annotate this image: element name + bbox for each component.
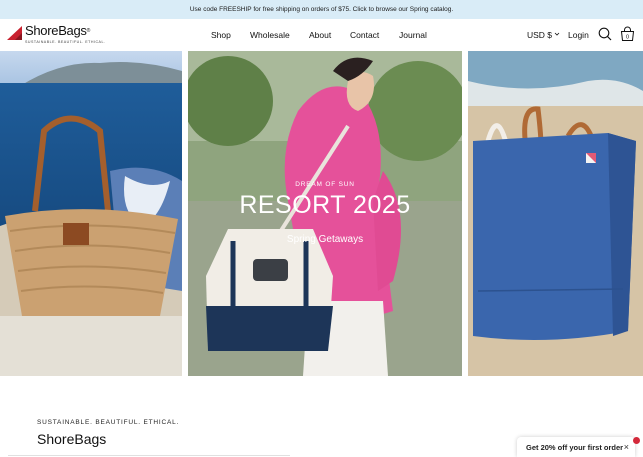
- site-header: ShoreBags® SUSTAINABLE. BEAUTIFUL. ETHIC…: [0, 19, 643, 51]
- chevron-down-icon: [554, 31, 560, 39]
- currency-selector[interactable]: USD $: [527, 30, 560, 40]
- hero-overlay: DREAM OF SUN RESORT 2025 Spring Getaways: [188, 51, 462, 376]
- logo-trademark: ®: [86, 28, 91, 34]
- nav-contact[interactable]: Contact: [350, 30, 379, 40]
- hero-image-blue-tote[interactable]: [468, 51, 643, 376]
- nav-about[interactable]: About: [309, 30, 331, 40]
- hero-title[interactable]: RESORT 2025: [188, 191, 462, 220]
- logo-name: ShoreBags: [25, 23, 87, 38]
- announcement-bar[interactable]: Use code FREESHIP for free shipping on o…: [0, 0, 643, 19]
- currency-label: USD $: [527, 30, 553, 40]
- promo-text[interactable]: Get 20% off your first order: [526, 443, 623, 452]
- promo-popup[interactable]: Get 20% off your first order ×: [517, 437, 635, 457]
- hero-image-straw-bag[interactable]: [0, 51, 182, 376]
- logo-mark-icon: [7, 25, 23, 41]
- login-link[interactable]: Login: [568, 30, 589, 40]
- cart-icon[interactable]: 0: [620, 26, 635, 47]
- nav-wholesale[interactable]: Wholesale: [250, 30, 290, 40]
- intro-heading: ShoreBags: [37, 431, 107, 447]
- promo-badge: [633, 437, 640, 444]
- close-icon[interactable]: ×: [624, 442, 629, 452]
- announcement-text[interactable]: Use code FREESHIP for free shipping on o…: [190, 6, 453, 13]
- intro-tagline: SUSTAINABLE. BEAUTIFUL. ETHICAL.: [37, 419, 180, 426]
- nav-journal[interactable]: Journal: [399, 30, 427, 40]
- nav-shop[interactable]: Shop: [211, 30, 231, 40]
- search-icon[interactable]: [598, 27, 612, 46]
- cart-count: 0: [626, 34, 629, 40]
- hero-subtitle[interactable]: Spring Getaways: [188, 234, 462, 245]
- divider: [8, 455, 290, 456]
- logo-tagline: SUSTAINABLE. BEAUTIFUL. ETHICAL.: [25, 40, 106, 44]
- hero-eyebrow: DREAM OF SUN: [295, 181, 355, 188]
- logo[interactable]: ShoreBags® SUSTAINABLE. BEAUTIFUL. ETHIC…: [7, 24, 105, 44]
